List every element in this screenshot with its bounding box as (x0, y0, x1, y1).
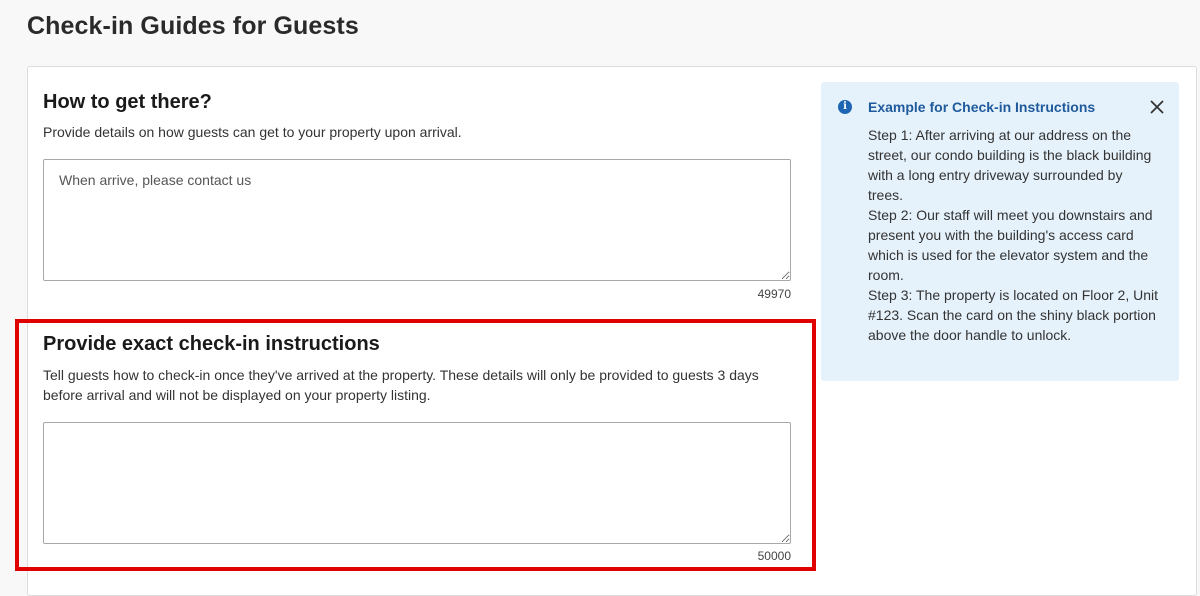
close-icon-glyph (1150, 100, 1164, 114)
checkin-example-panel: i Example for Check-in Instructions Step… (821, 82, 1179, 381)
example-step: Step 1: After arriving at our address on… (868, 127, 1152, 203)
checkin-instructions-title: Provide exact check-in instructions (43, 333, 380, 355)
how-to-get-there-title: How to get there? (43, 91, 212, 113)
page-title: Check-in Guides for Guests (27, 12, 359, 40)
checkin-instructions-description: Tell guests how to check-in once they've… (43, 367, 759, 403)
info-icon: i (838, 100, 852, 114)
example-step: Step 2: Our staff will meet you downstai… (868, 207, 1153, 283)
example-panel-title: Example for Check-in Instructions (868, 99, 1096, 115)
how-to-get-there-textarea[interactable] (43, 159, 791, 281)
how-to-get-there-description: Provide details on how guests can get to… (43, 124, 462, 140)
checkin-instructions-char-counter: 50000 (757, 549, 791, 563)
close-icon[interactable] (1146, 96, 1168, 118)
checkin-instructions-textarea[interactable] (43, 422, 791, 544)
example-steps-list: Step 1: After arriving at our address on… (868, 125, 1158, 345)
example-step: Step 3: The property is located on Floor… (868, 287, 1159, 343)
how-to-get-there-char-counter: 49970 (757, 287, 791, 301)
